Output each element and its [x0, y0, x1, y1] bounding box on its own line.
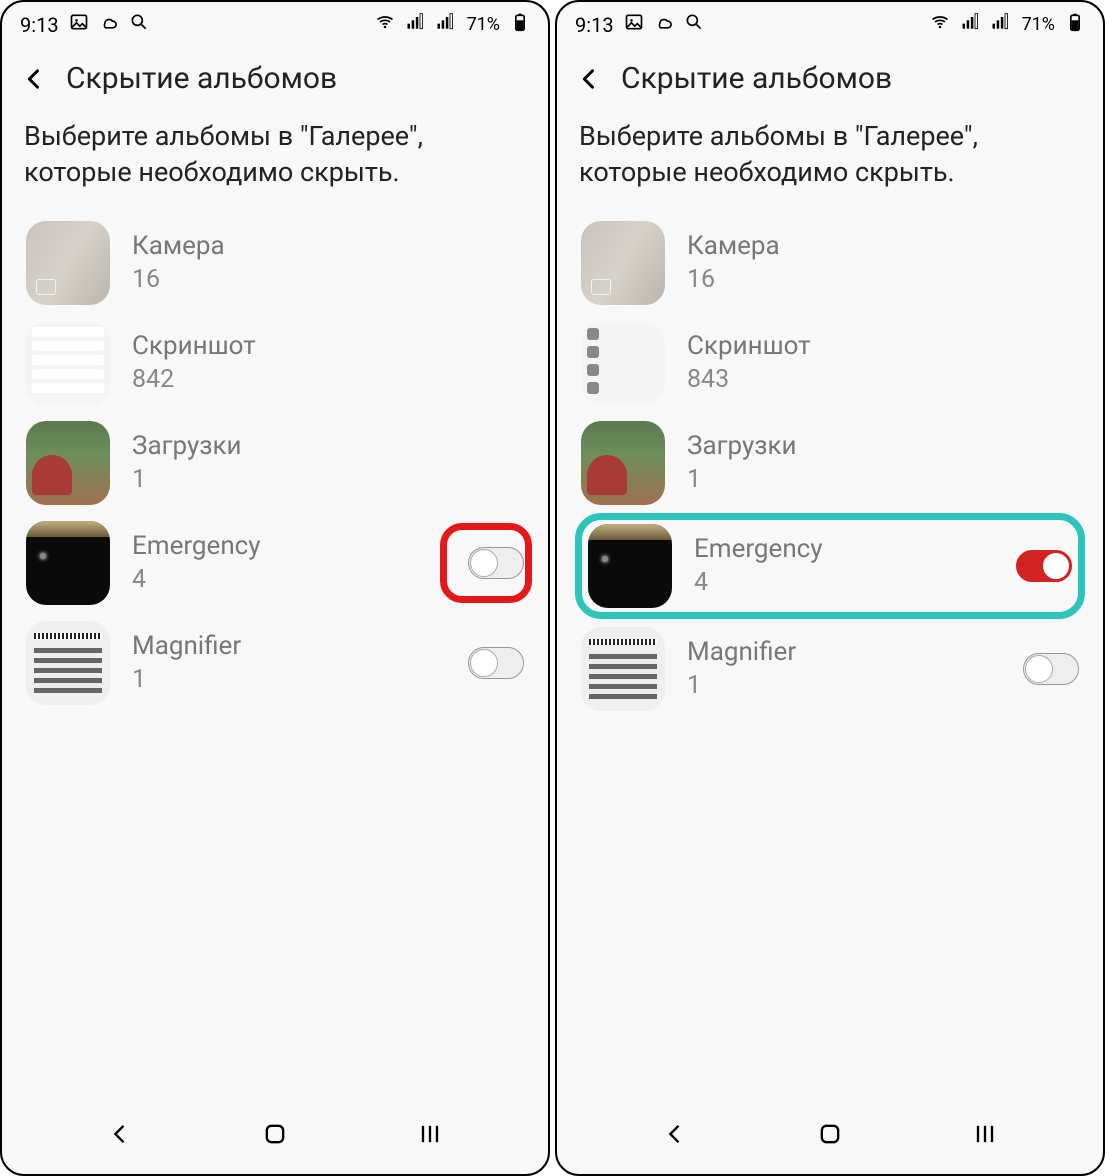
- album-count: 843: [687, 365, 1079, 394]
- album-count: 16: [132, 265, 524, 294]
- weather-icon: [99, 12, 119, 37]
- wifi-icon: [930, 12, 950, 37]
- signal2-icon: [435, 12, 455, 37]
- hide-toggle[interactable]: [1016, 550, 1072, 582]
- album-row-magnifier[interactable]: Magnifier 1: [20, 613, 530, 713]
- album-name: Загрузки: [132, 431, 524, 461]
- album-row-screenshot[interactable]: Скриншот 843: [575, 313, 1085, 413]
- search-icon: [129, 12, 149, 37]
- hide-toggle[interactable]: [1023, 653, 1079, 685]
- album-row-emergency[interactable]: Emergency 4: [575, 513, 1085, 619]
- signal-icon: [405, 12, 425, 37]
- image-icon: [624, 12, 644, 37]
- back-icon[interactable]: [575, 65, 603, 93]
- battery-icon: [510, 12, 530, 37]
- page-header: Скрытие альбомов: [557, 43, 1103, 106]
- album-row-downloads[interactable]: Загрузки 1: [20, 413, 530, 513]
- album-list: Камера 16 Скриншот 842 Загрузки 1 Emerge…: [2, 213, 548, 713]
- album-thumb: [26, 321, 110, 405]
- album-name: Emergency: [132, 531, 468, 561]
- album-row-camera[interactable]: Камера 16: [20, 213, 530, 313]
- album-thumb: [26, 421, 110, 505]
- album-name: Скриншот: [132, 331, 524, 361]
- battery-text: 71%: [1022, 14, 1055, 35]
- nav-back[interactable]: [657, 1116, 693, 1152]
- search-icon: [684, 12, 704, 37]
- page-header: Скрытие альбомов: [2, 43, 548, 106]
- album-count: 16: [687, 265, 1079, 294]
- album-row-emergency[interactable]: Emergency 4: [20, 513, 530, 613]
- image-icon: [69, 12, 89, 37]
- album-thumb: [588, 524, 672, 608]
- hide-toggle[interactable]: [468, 547, 524, 579]
- album-name: Magnifier: [687, 637, 1023, 667]
- album-thumb: [26, 221, 110, 305]
- album-name: Magnifier: [132, 631, 468, 661]
- back-icon[interactable]: [20, 65, 48, 93]
- hide-toggle[interactable]: [468, 647, 524, 679]
- album-count: 1: [687, 671, 1023, 700]
- album-thumb: [581, 321, 665, 405]
- nav-recents[interactable]: [967, 1116, 1003, 1152]
- album-thumb: [581, 627, 665, 711]
- album-count: 4: [694, 568, 1016, 597]
- album-name: Камера: [687, 231, 1079, 261]
- nav-recents[interactable]: [412, 1116, 448, 1152]
- status-time: 9:13: [20, 13, 59, 37]
- album-count: 842: [132, 365, 524, 394]
- album-name: Камера: [132, 231, 524, 261]
- navbar: [557, 1098, 1103, 1174]
- page-subtitle: Выберите альбомы в "Галерее", которые не…: [557, 106, 1103, 213]
- album-thumb: [581, 421, 665, 505]
- signal-icon: [960, 12, 980, 37]
- phone-left: 9:13 71% Скрытие альбомов Выберите альбо…: [0, 0, 550, 1176]
- statusbar: 9:13 71%: [557, 2, 1103, 43]
- page-title: Скрытие альбомов: [66, 61, 337, 96]
- album-count: 1: [687, 465, 1079, 494]
- album-count: 1: [132, 665, 468, 694]
- battery-text: 71%: [467, 14, 500, 35]
- album-count: 4: [132, 565, 468, 594]
- phone-right: 9:13 71% Скрытие альбомов Выберите альбо…: [555, 0, 1105, 1176]
- page-title: Скрытие альбомов: [621, 61, 892, 96]
- album-count: 1: [132, 465, 524, 494]
- album-row-magnifier[interactable]: Magnifier 1: [575, 619, 1085, 719]
- album-row-downloads[interactable]: Загрузки 1: [575, 413, 1085, 513]
- weather-icon: [654, 12, 674, 37]
- status-time: 9:13: [575, 13, 614, 37]
- page-subtitle: Выберите альбомы в "Галерее", которые не…: [2, 106, 548, 213]
- album-name: Emergency: [694, 534, 1016, 564]
- album-row-camera[interactable]: Камера 16: [575, 213, 1085, 313]
- battery-icon: [1065, 12, 1085, 37]
- signal2-icon: [990, 12, 1010, 37]
- album-thumb: [581, 221, 665, 305]
- album-row-screenshot[interactable]: Скриншот 842: [20, 313, 530, 413]
- wifi-icon: [375, 12, 395, 37]
- nav-home[interactable]: [257, 1116, 293, 1152]
- album-name: Скриншот: [687, 331, 1079, 361]
- navbar: [2, 1098, 548, 1174]
- album-thumb: [26, 521, 110, 605]
- album-thumb: [26, 621, 110, 705]
- album-name: Загрузки: [687, 431, 1079, 461]
- statusbar: 9:13 71%: [2, 2, 548, 43]
- nav-back[interactable]: [102, 1116, 138, 1152]
- album-list: Камера 16 Скриншот 843 Загрузки 1: [557, 213, 1103, 719]
- nav-home[interactable]: [812, 1116, 848, 1152]
